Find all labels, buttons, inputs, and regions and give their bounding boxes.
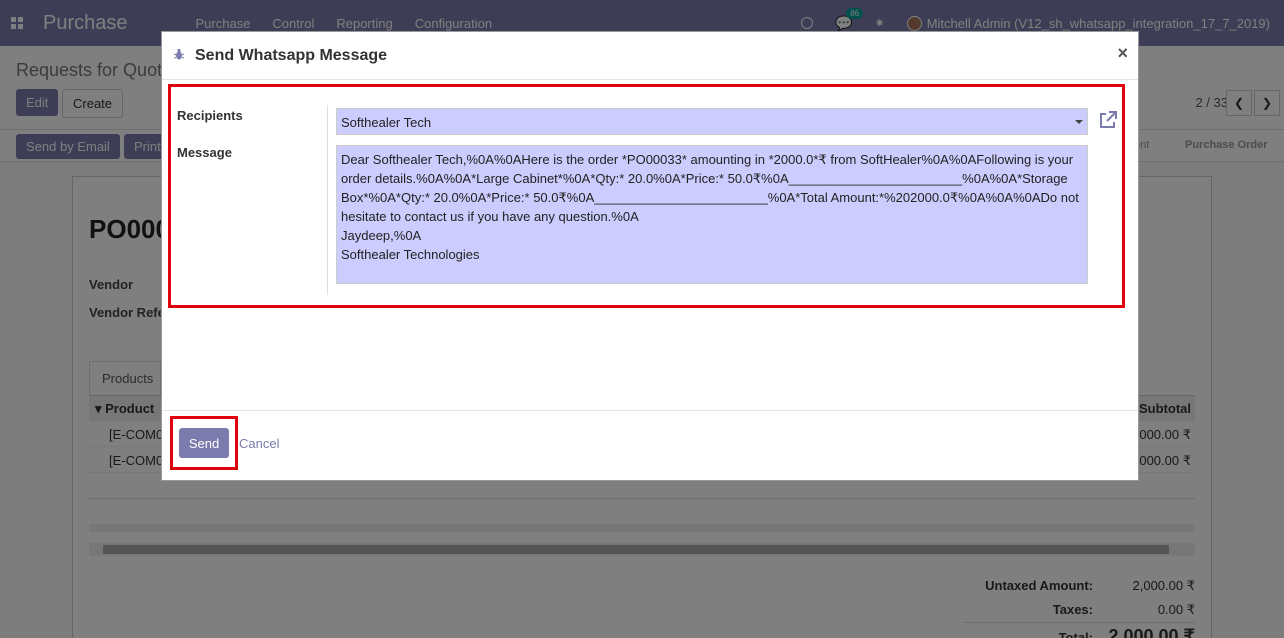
message-label: Message — [177, 145, 232, 160]
dialog-header: Send Whatsapp Message × — [162, 32, 1138, 80]
close-icon[interactable]: × — [1117, 43, 1128, 64]
send-whatsapp-dialog: Send Whatsapp Message × Recipients Messa… — [161, 31, 1139, 481]
external-link-icon[interactable] — [1098, 110, 1118, 130]
send-button[interactable]: Send — [179, 428, 229, 458]
cancel-button[interactable]: Cancel — [239, 436, 279, 451]
recipients-select[interactable]: Softhealer Tech — [336, 108, 1088, 135]
chevron-down-icon[interactable] — [1075, 120, 1083, 124]
field-separator — [327, 105, 328, 295]
dialog-title: Send Whatsapp Message — [195, 47, 388, 64]
recipients-value: Softhealer Tech — [341, 115, 432, 130]
message-textarea[interactable]: Dear Softhealer Tech,%0A%0AHere is the o… — [336, 145, 1088, 284]
dialog-footer: Send Cancel — [162, 410, 1138, 480]
bug-icon — [174, 48, 184, 60]
recipients-label: Recipients — [177, 108, 243, 123]
